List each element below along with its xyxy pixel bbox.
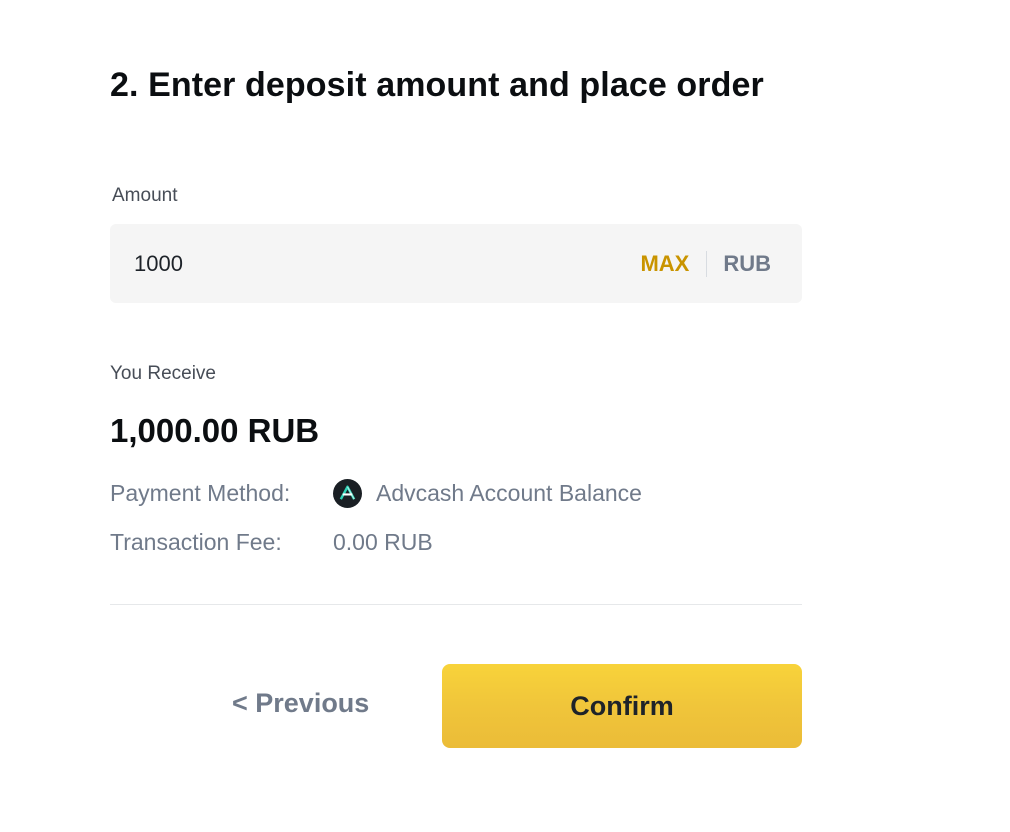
previous-button[interactable]: < Previous (232, 688, 369, 719)
advcash-logo-icon (333, 479, 362, 508)
max-button[interactable]: MAX (640, 251, 689, 277)
currency-label: RUB (723, 250, 771, 276)
transaction-fee-value: 0.00 RUB (333, 529, 433, 555)
payment-method-row: Payment Method: Advcash Account Balance (110, 479, 642, 508)
payment-method-value: Advcash Account Balance (376, 480, 642, 506)
amount-field: MAX RUB (110, 224, 802, 303)
section-divider (110, 604, 802, 605)
step-title: 2. Enter deposit amount and place order (110, 66, 764, 104)
payment-method-label: Payment Method: (110, 480, 291, 506)
receive-label: You Receive (110, 363, 216, 384)
deposit-step-panel: 2. Enter deposit amount and place order … (0, 0, 1010, 832)
amount-label: Amount (112, 185, 178, 206)
transaction-fee-row: Transaction Fee: 0.00 RUB (110, 529, 433, 556)
field-divider (706, 250, 708, 277)
transaction-fee-label: Transaction Fee: (110, 529, 282, 555)
confirm-button[interactable]: Confirm (442, 664, 802, 748)
payment-method-value-wrap: Advcash Account Balance (333, 479, 642, 508)
amount-input[interactable] (134, 224, 641, 303)
receive-value: 1,000.00 RUB (110, 412, 320, 449)
